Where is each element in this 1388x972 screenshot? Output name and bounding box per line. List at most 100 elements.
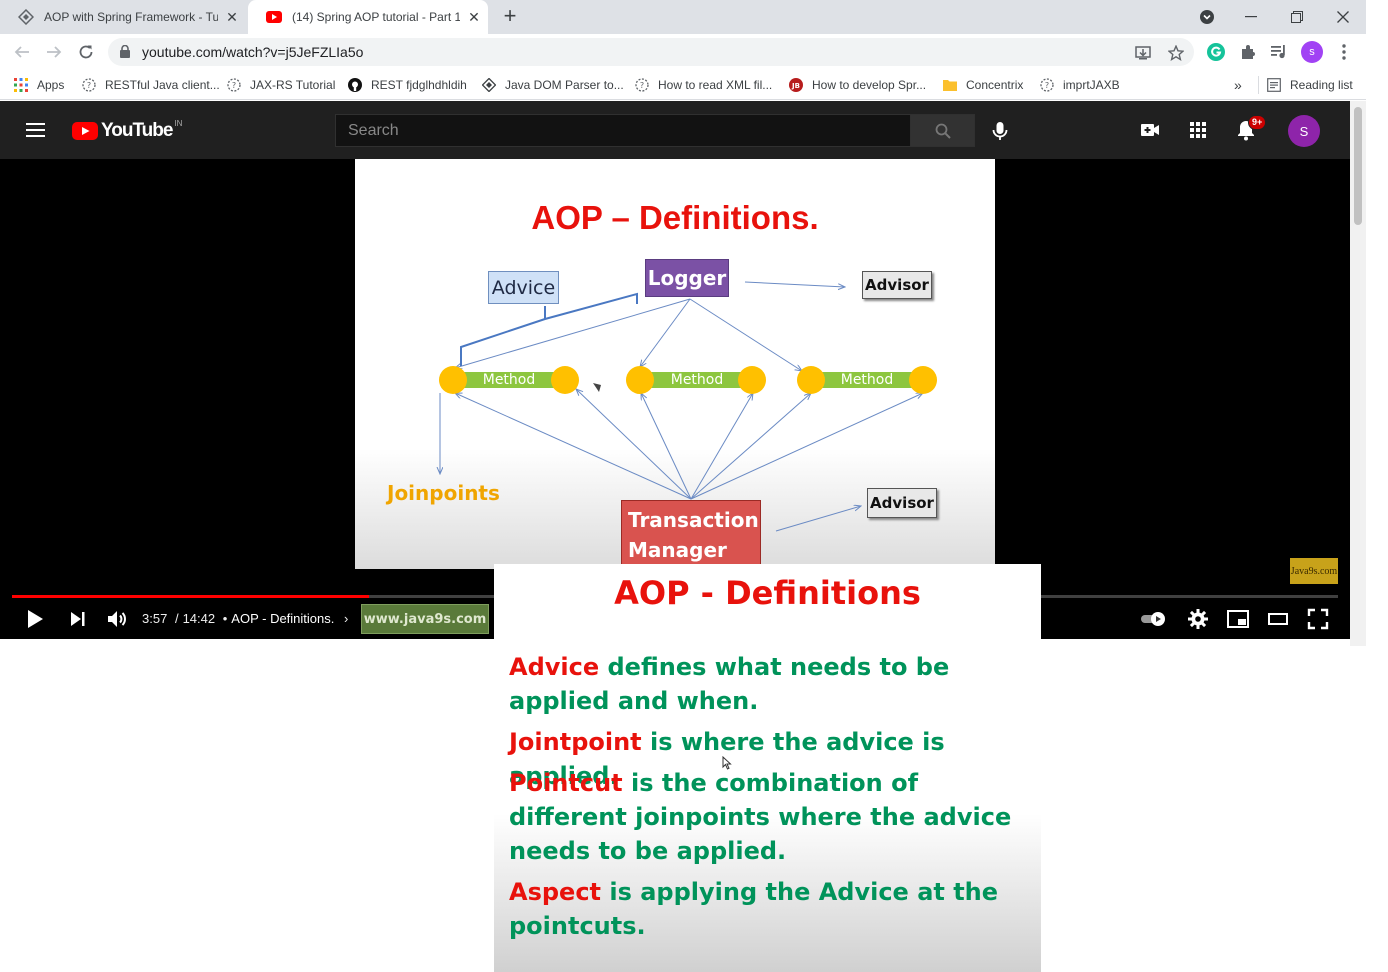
bookmark-how-to-develop-spring[interactable]: JB How to develop Spr... [789,76,926,94]
bookmark-label: How to read XML fil... [658,78,773,92]
video-slide-aop-diagram: AOP – Definitions. Advice Logger Advisor… [355,159,995,569]
youtube-logo-icon [72,122,98,140]
overlay-slide-aop-definitions: AOP - Definitions Advice defines what ne… [494,564,1041,972]
reading-list-button[interactable]: Reading list [1258,76,1353,94]
transaction-manager-box: Transaction Manager [621,500,761,568]
joinpoint-dot [439,366,467,394]
page-scrollbar[interactable] [1350,101,1366,646]
transaction-line2: Manager [628,538,727,562]
definition-advice: Advice defines what needs to be applied … [509,650,1039,718]
joinpoint-dot [626,366,654,394]
definition-term: Advice [509,653,600,681]
notification-count-badge: 9+ [1248,115,1267,130]
close-window-icon[interactable] [1320,0,1366,34]
chevron-right-icon[interactable]: › [344,611,348,626]
bookmark-star-icon[interactable] [1167,44,1185,62]
bookmark-rest-fjdglhdhldih[interactable]: REST fjdglhdhldih [348,76,467,94]
mouse-cursor-icon [722,756,732,770]
search-placeholder: Search [348,122,399,139]
tab-spring-aop-tutorial[interactable]: (14) Spring AOP tutorial - Part 1 | ✕ [248,0,488,34]
site-url-overlay: www.java9s.com [361,604,489,634]
chrome-menu-icon[interactable] [1333,41,1355,63]
advice-box: Advice [488,271,559,304]
definition-term: Jointpoint [509,728,642,756]
bookmark-jax-rs-tutorial[interactable]: ? JAX-RS Tutorial [227,76,335,94]
hamburger-menu-icon[interactable] [24,119,48,141]
bookmark-java-dom-parser[interactable]: Java DOM Parser to... [482,76,624,94]
apps-grid-icon[interactable] [1186,118,1210,142]
method-bar: Method [811,372,923,388]
reading-list-label: Reading list [1290,78,1353,92]
lock-icon [120,44,130,63]
logger-box: Logger [645,259,729,297]
search-icon [935,123,951,139]
bookmark-restful-java-client[interactable]: ? RESTful Java client... [82,76,220,94]
svg-text:?: ? [87,81,91,90]
tab-aop-spring[interactable]: AOP with Spring Framework - Tu ✕ [0,0,246,34]
diamond-icon [482,78,496,92]
new-tab-button[interactable]: + [498,5,522,29]
voice-search-mic-icon[interactable] [988,119,1012,143]
joinpoint-dot [797,366,825,394]
time-separator: / [174,611,179,626]
avatar[interactable]: S [1288,115,1320,147]
youtube-logo[interactable]: YouTube IN [72,119,182,142]
method-bar: Method [641,372,753,388]
minimize-icon[interactable] [1228,0,1274,34]
youtube-wordmark: YouTube [101,120,173,141]
bullet: • [222,611,228,626]
settings-gear-icon[interactable] [1186,607,1210,631]
tab-search-icon[interactable] [1184,0,1230,34]
fullscreen-icon[interactable] [1306,607,1330,631]
close-icon[interactable]: ✕ [218,9,246,26]
media-controls-icon[interactable] [1268,41,1290,63]
method-bar: Method [453,372,565,388]
page-icon: ? [635,78,649,92]
channel-watermark[interactable]: Java9s.com [1290,558,1338,584]
address-bar[interactable]: youtube.com/watch?v=j5JeFZLIa5o [108,38,1194,66]
tab-title: AOP with Spring Framework - Tu [44,10,218,24]
extensions-puzzle-icon[interactable] [1237,41,1259,63]
profile-avatar[interactable]: s [1301,41,1323,63]
github-icon [348,78,362,92]
theater-mode-icon[interactable] [1266,607,1290,631]
autoplay-toggle-icon[interactable] [1140,607,1168,631]
forward-icon[interactable] [42,40,66,64]
svg-text:?: ? [640,81,644,90]
create-video-icon[interactable] [1138,118,1162,142]
bookmark-how-to-read-xml[interactable]: ? How to read XML fil... [635,76,772,94]
search-button[interactable] [910,114,975,147]
bookmark-label: imprtJAXB [1063,78,1120,92]
bookmarks-overflow-button[interactable]: » [1234,76,1242,94]
back-icon[interactable] [10,40,34,64]
transaction-line1: Transaction [628,508,759,532]
miniplayer-icon[interactable] [1226,607,1250,631]
play-icon[interactable] [22,607,46,631]
next-icon[interactable] [66,607,90,631]
reload-icon[interactable] [74,40,98,64]
bookmark-label: Concentrix [966,78,1024,92]
grammarly-icon[interactable] [1205,41,1227,63]
volume-icon[interactable] [105,607,129,631]
overlay-slide-title: AOP - Definitions [614,574,921,612]
close-icon[interactable]: ✕ [460,9,488,26]
page-icon: ? [227,78,241,92]
bookmark-folder-concentrix[interactable]: Concentrix [943,76,1023,94]
chapter-title[interactable]: AOP - Definitions. [231,611,334,626]
scrollbar-thumb[interactable] [1354,107,1362,225]
bookmark-apps[interactable]: Apps [14,76,64,94]
browser-tab-strip: AOP with Spring Framework - Tu ✕ (14) Sp… [0,0,1366,34]
bookmark-imprtjaxb[interactable]: ? imprtJAXB [1040,76,1120,94]
svg-text:JB: JB [791,82,800,90]
install-app-icon[interactable] [1134,44,1152,62]
bookmark-label: JAX-RS Tutorial [250,78,336,92]
youtube-favicon-icon [266,9,282,25]
definition-term: Aspect [509,878,602,906]
restore-icon[interactable] [1274,0,1320,34]
progress-played [12,595,369,598]
search-input[interactable]: Search [335,114,911,147]
time-display: 3:57 /14:42 • AOP - Definitions. › [142,611,348,626]
svg-text:?: ? [232,81,236,90]
jb-icon: JB [789,78,803,92]
advisor-box-bottom: Advisor [867,488,937,518]
